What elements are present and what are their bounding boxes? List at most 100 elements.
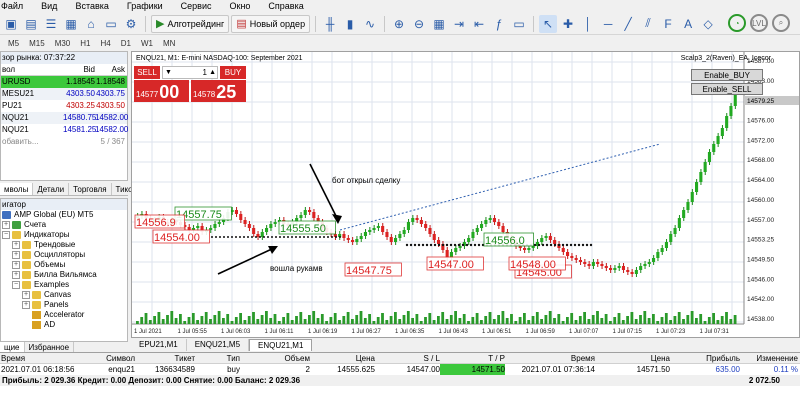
chart-shift-icon[interactable]: ⇤: [470, 15, 488, 33]
nav-item-accounts[interactable]: + Счета: [1, 220, 127, 230]
column-sl[interactable]: S / L: [375, 353, 440, 363]
market-watch-row[interactable]: PU21 4303.25 4303.50: [1, 100, 127, 112]
profiles-icon[interactable]: ▤: [22, 15, 40, 33]
nav-item-panels[interactable]: + Panels: [1, 300, 127, 310]
menu-file[interactable]: Файл: [0, 0, 32, 13]
new-order-button[interactable]: ▤ Новый ордер: [231, 14, 311, 33]
nav-item-canvas[interactable]: + Canvas: [1, 290, 127, 300]
market-watch-row[interactable]: NQU21 14581.25 14582.00: [1, 124, 128, 136]
timeframe-m30[interactable]: M30: [50, 39, 76, 48]
column-type[interactable]: Тип: [195, 353, 240, 363]
menu-insert[interactable]: Вставка: [66, 0, 117, 13]
signal-icon[interactable]: ◔: [728, 14, 746, 32]
zoom-in-icon[interactable]: ⊕: [390, 15, 408, 33]
column-profit[interactable]: Прибыль: [670, 353, 740, 363]
nav-item-accelerator[interactable]: Accelerator: [1, 310, 127, 320]
text-icon[interactable]: A: [679, 15, 697, 33]
tab-trading[interactable]: Торговля: [69, 183, 112, 195]
trendline-icon[interactable]: ╱: [619, 15, 637, 33]
navigator-icon[interactable]: ⌂: [82, 15, 100, 33]
buy-button[interactable]: BUY: [220, 66, 246, 79]
menu-charts[interactable]: Графики: [118, 0, 172, 13]
level-indicator[interactable]: LVL: [750, 14, 768, 32]
tab-chart-enqu21-m5[interactable]: ENQU21,M5: [187, 339, 250, 351]
expand-icon[interactable]: +: [12, 261, 20, 269]
column-change[interactable]: Изменение: [740, 353, 800, 363]
menu-tools[interactable]: Сервис: [172, 0, 221, 13]
horizontal-line-icon[interactable]: ─: [599, 15, 617, 33]
column-ask[interactable]: Ask: [95, 64, 127, 75]
fibo-icon[interactable]: F: [659, 15, 677, 33]
sell-price-button[interactable]: 14577 00: [134, 80, 189, 102]
decrease-icon[interactable]: ▼: [165, 67, 172, 79]
tester-icon[interactable]: ⚙: [122, 15, 140, 33]
nav-item-volumes[interactable]: + Объемы: [1, 260, 127, 270]
column-time[interactable]: Время: [0, 353, 80, 363]
column-symbol[interactable]: Символ: [80, 353, 135, 363]
market-watch-icon[interactable]: ☰: [42, 15, 60, 33]
autoscroll-icon[interactable]: ⇥: [450, 15, 468, 33]
timeframe-h4[interactable]: H4: [95, 39, 115, 48]
column-current-price[interactable]: Цена: [595, 353, 670, 363]
table-row[interactable]: 2021.07.01 06:18:56 enqu21 136634589 buy…: [0, 364, 800, 375]
data-window-icon[interactable]: ▦: [62, 15, 80, 33]
expand-icon[interactable]: +: [22, 291, 30, 299]
market-watch-row[interactable]: NQU21 14580.75 14582.00: [1, 112, 128, 124]
templates-icon[interactable]: ▭: [510, 15, 528, 33]
shapes-icon[interactable]: ◇: [699, 15, 717, 33]
search-icon[interactable]: ⌕: [772, 14, 790, 32]
crosshair-icon[interactable]: ✚: [559, 15, 577, 33]
market-watch-row[interactable]: URUSD 1.18545 1.18548: [1, 76, 127, 88]
cursor-icon[interactable]: ↖: [539, 14, 558, 33]
nav-item-bill-williams[interactable]: + Билла Вильямса: [1, 270, 127, 280]
timeframe-h1[interactable]: H1: [75, 39, 95, 48]
line-chart-icon[interactable]: ∿: [361, 15, 379, 33]
column-ticket[interactable]: Тикет: [135, 353, 195, 363]
candles-icon[interactable]: ▮: [341, 15, 359, 33]
expand-icon[interactable]: +: [2, 221, 10, 229]
column-current-time[interactable]: Время: [505, 353, 595, 363]
enable-buy-button[interactable]: Enable_BUY: [691, 69, 763, 81]
market-watch-row[interactable]: MESU21 4303.50 4303.75: [1, 88, 127, 100]
expand-icon[interactable]: +: [22, 301, 30, 309]
nav-item-examples[interactable]: − Examples: [1, 280, 127, 290]
algo-trading-button[interactable]: ▶ Алготрейдинг: [151, 14, 230, 33]
column-bid[interactable]: Bid: [63, 64, 95, 75]
nav-item-ad[interactable]: AD: [1, 320, 127, 330]
indicators-icon[interactable]: ƒ: [490, 15, 508, 33]
buy-price-button[interactable]: 14578 25: [191, 80, 246, 102]
nav-item-indicators[interactable]: − Индикаторы: [1, 230, 127, 240]
tab-chart-enqu21-m1[interactable]: ENQU21,M1: [249, 339, 313, 351]
tab-chart-epu21-m1[interactable]: EPU21,M1: [131, 339, 187, 351]
expand-icon[interactable]: +: [12, 241, 20, 249]
new-chart-icon[interactable]: ▣: [2, 15, 20, 33]
bar-chart-icon[interactable]: ╫: [321, 15, 339, 33]
channel-icon[interactable]: ⫽: [639, 15, 657, 33]
tile-windows-icon[interactable]: ▦: [430, 15, 448, 33]
column-tp[interactable]: T / P: [440, 353, 505, 363]
enable-sell-button[interactable]: Enable_SELL: [691, 83, 763, 95]
column-volume[interactable]: Объем: [240, 353, 311, 363]
volume-input[interactable]: ▼ 1 ▲: [162, 66, 218, 79]
zoom-out-icon[interactable]: ⊖: [410, 15, 428, 33]
cell-tp[interactable]: 14571.50: [440, 364, 505, 375]
tab-details[interactable]: Детали: [33, 183, 70, 195]
vertical-line-icon[interactable]: │: [579, 15, 597, 33]
column-price[interactable]: Цена: [310, 353, 375, 363]
chart-window[interactable]: 14587.0014583.0014579.2514576.0014572.00…: [131, 51, 800, 338]
nav-item-oscillators[interactable]: + Осцилляторы: [1, 250, 127, 260]
increase-icon[interactable]: ▲: [209, 67, 216, 79]
menu-help[interactable]: Справка: [259, 0, 312, 13]
nav-item-broker[interactable]: AMP Global (EU) MT5: [1, 210, 127, 220]
add-symbol-row[interactable]: обавить... 5 / 367: [1, 136, 127, 148]
column-symbol[interactable]: вол: [1, 64, 63, 75]
collapse-icon[interactable]: −: [12, 281, 20, 289]
timeframe-m15[interactable]: M15: [24, 39, 50, 48]
nav-item-trend[interactable]: + Трендовые: [1, 240, 127, 250]
expand-icon[interactable]: +: [12, 251, 20, 259]
tab-symbols[interactable]: мволы: [0, 183, 34, 195]
menu-view[interactable]: Вид: [32, 0, 66, 13]
sell-button[interactable]: SELL: [134, 66, 160, 79]
menu-window[interactable]: Окно: [221, 0, 260, 13]
expand-icon[interactable]: +: [12, 271, 20, 279]
